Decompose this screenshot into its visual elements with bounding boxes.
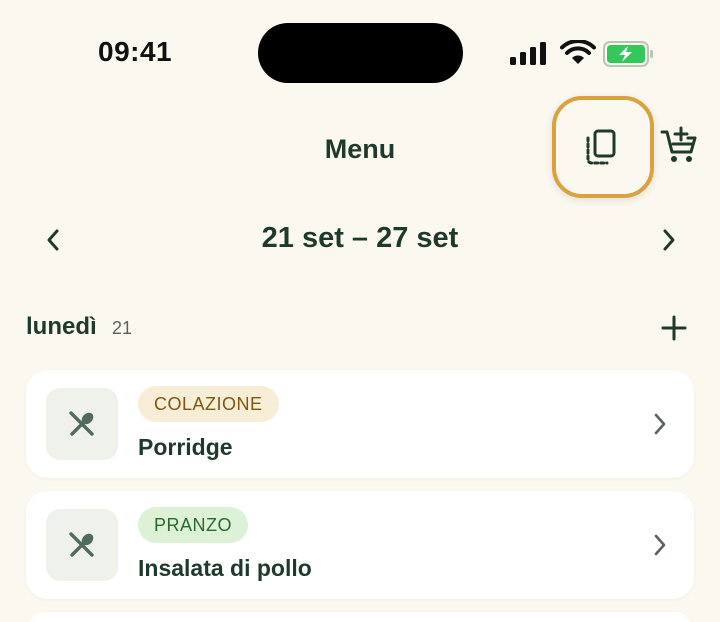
meal-planner-screen: 09:41 Menu 21 set – 27 set lunedì 21 COL… bbox=[0, 0, 720, 622]
week-range: 21 set – 27 set bbox=[261, 222, 459, 254]
battery-charging-icon bbox=[603, 41, 653, 67]
meal-name: Porridge bbox=[138, 434, 233, 460]
cart-plus-icon[interactable] bbox=[660, 126, 700, 166]
meal-type-tag: COLAZIONE bbox=[138, 386, 279, 422]
day-number: 21 bbox=[112, 318, 133, 338]
copy-pages-icon[interactable] bbox=[585, 129, 619, 167]
add-meal-plus-icon[interactable] bbox=[660, 314, 688, 342]
meal-type-tag: PRANZO bbox=[138, 507, 249, 543]
status-time: 09:41 bbox=[98, 36, 173, 67]
meal-card-lunch[interactable]: PRANZO Insalata di pollo bbox=[26, 491, 694, 599]
meal-thumbnail bbox=[46, 509, 118, 581]
fork-spoon-icon bbox=[69, 532, 94, 557]
chevron-right-icon[interactable] bbox=[660, 228, 678, 252]
meal-name: Insalata di pollo bbox=[138, 555, 312, 581]
meal-thumbnail bbox=[46, 388, 118, 460]
cellular-signal-icon bbox=[510, 42, 546, 65]
meal-card-partial[interactable] bbox=[26, 612, 694, 622]
chevron-right-icon bbox=[654, 413, 666, 435]
chevron-right-icon bbox=[654, 534, 666, 556]
meal-card-breakfast[interactable]: COLAZIONE Porridge bbox=[26, 370, 694, 478]
fork-spoon-icon bbox=[69, 411, 94, 436]
day-name: lunedì bbox=[26, 313, 97, 340]
dynamic-island bbox=[258, 23, 463, 83]
wifi-icon bbox=[560, 40, 596, 64]
